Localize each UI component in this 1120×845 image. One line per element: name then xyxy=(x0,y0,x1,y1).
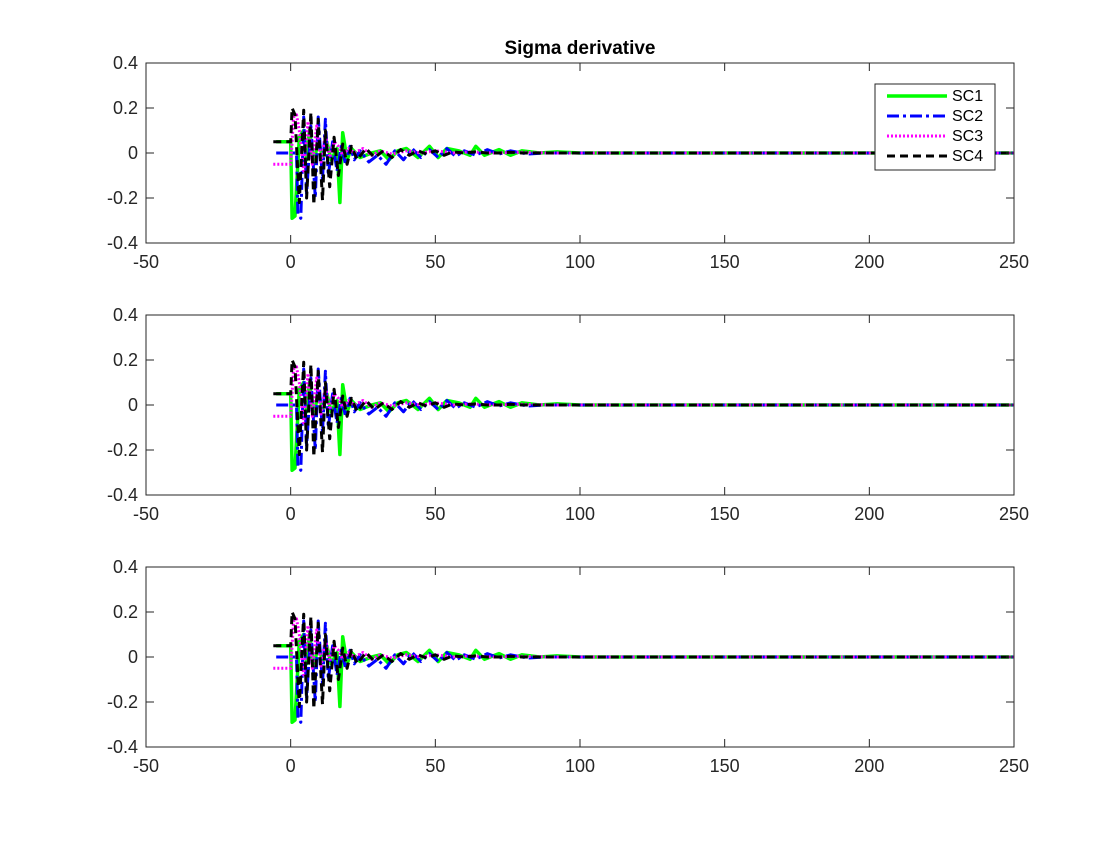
x-tick-label: -50 xyxy=(133,504,159,524)
x-tick-label: 200 xyxy=(854,756,884,776)
x-tick-label: 200 xyxy=(854,252,884,272)
legend: SC1 SC2 SC3 SC4 xyxy=(874,83,996,171)
y-tick-label: -0.2 xyxy=(107,440,138,460)
x-tick-label: 0 xyxy=(286,252,296,272)
y-tick-label: 0.2 xyxy=(113,350,138,370)
chart-title: Sigma derivative xyxy=(504,38,655,59)
x-tick-label: 150 xyxy=(710,504,740,524)
y-tick-label: 0.2 xyxy=(113,98,138,118)
y-tick-label: 0.2 xyxy=(113,602,138,622)
x-tick-label: 150 xyxy=(710,756,740,776)
x-tick-label: 250 xyxy=(999,504,1029,524)
x-tick-label: 50 xyxy=(425,504,445,524)
x-tick-label: 50 xyxy=(425,252,445,272)
legend-label-sc1: SC1 xyxy=(952,88,983,105)
x-tick-label: 100 xyxy=(565,756,595,776)
y-tick-label: 0 xyxy=(128,647,138,667)
chart-svg: -50 0 50 100 150 200 250 -0.4 -0.2 0 0.2 0.4 Sigma d… xyxy=(0,0,1120,840)
x-tick-label: -50 xyxy=(133,252,159,272)
y-tick-label: 0.4 xyxy=(113,305,138,325)
y-tick-label: -0.4 xyxy=(107,233,138,253)
y-tick-label: 0 xyxy=(128,143,138,163)
legend-label-sc4: SC4 xyxy=(952,148,983,165)
x-tick-label: 250 xyxy=(999,252,1029,272)
y-tick-label: 0 xyxy=(128,395,138,415)
y-tick-label: -0.4 xyxy=(107,485,138,505)
y-tick-label: -0.2 xyxy=(107,692,138,712)
legend-label-sc2: SC2 xyxy=(952,108,983,125)
y-tick-label: -0.4 xyxy=(107,737,138,757)
legend-label-sc3: SC3 xyxy=(952,128,983,145)
y-tick-label: 0.4 xyxy=(113,557,138,577)
x-tick-label: 0 xyxy=(286,504,296,524)
x-tick-label: 250 xyxy=(999,756,1029,776)
x-tick-label: 100 xyxy=(565,504,595,524)
figure: -50 0 50 100 150 200 250 -0.4 -0.2 0 0.2 0.4 Sigma d… xyxy=(0,0,1120,840)
x-tick-label: 150 xyxy=(710,252,740,272)
y-tick-label: -0.2 xyxy=(107,188,138,208)
x-tick-label: 100 xyxy=(565,252,595,272)
x-tick-label: 0 xyxy=(286,756,296,776)
x-tick-label: 200 xyxy=(854,504,884,524)
y-tick-label: 0.4 xyxy=(113,53,138,73)
x-tick-label: -50 xyxy=(133,756,159,776)
x-tick-label: 50 xyxy=(425,756,445,776)
